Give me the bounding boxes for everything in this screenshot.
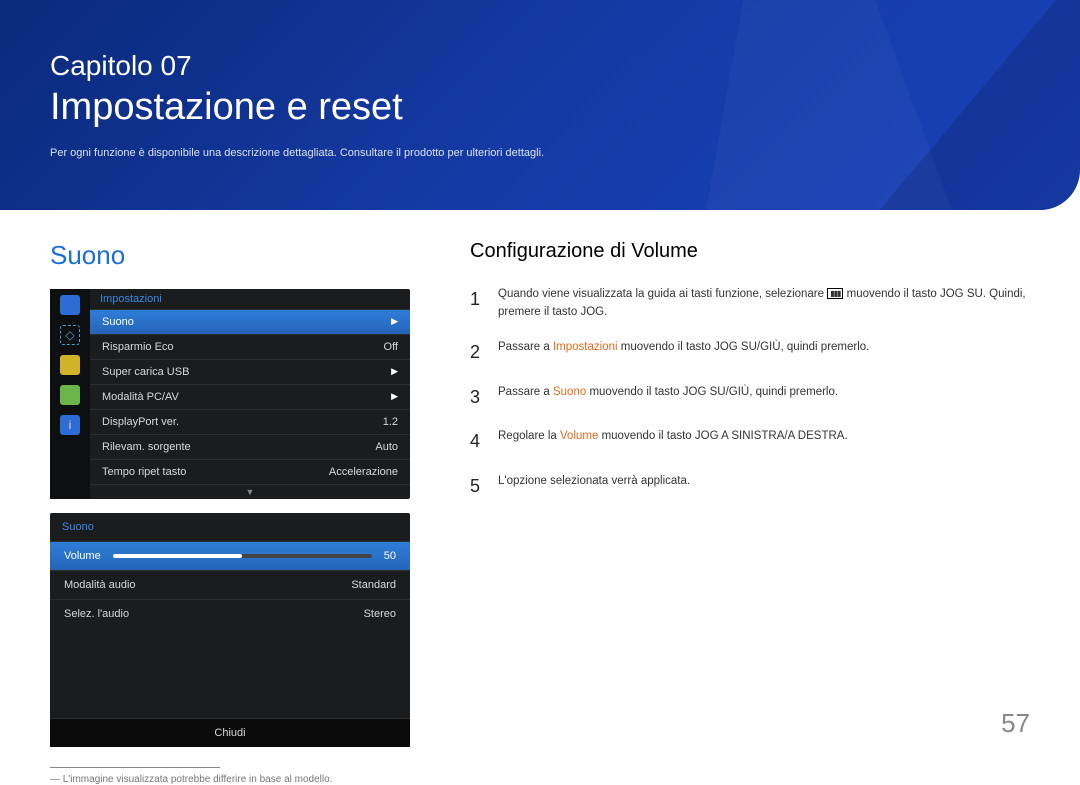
step-5: 5 L'opzione selezionata verrà applicata.	[470, 472, 1030, 501]
osd-row-label: Risparmio Eco	[102, 341, 174, 353]
osd-settings-panel: ◇ i Impostazioni Suono ▶ Risparmio Eco O…	[50, 289, 410, 499]
osd-row-dpver[interactable]: DisplayPort ver. 1.2	[90, 409, 410, 434]
scroll-down-icon: ▼	[90, 484, 410, 499]
footnote-text: ― L'immagine visualizzata potrebbe diffe…	[50, 774, 410, 785]
step-text: Regolare la Volume muovendo il tasto JOG…	[498, 427, 848, 456]
osd-row-keyrepeat[interactable]: Tempo ripet tasto Accelerazione	[90, 459, 410, 484]
osd-row-value: 1.2	[383, 416, 398, 428]
close-label: Chiudi	[214, 727, 245, 739]
osd2-row-audiomode[interactable]: Modalità audio Standard	[50, 570, 410, 599]
step-text: Passare a Impostazioni muovendo il tasto…	[498, 338, 869, 367]
chapter-banner: Capitolo 07 Impostazione e reset Per ogn…	[0, 0, 1080, 210]
osd-row-label: Rilevam. sorgente	[102, 441, 191, 453]
osd-row-label: Suono	[102, 316, 134, 328]
step-number: 2	[470, 338, 484, 367]
step-number: 1	[470, 285, 484, 322]
osd-row-suono[interactable]: Suono ▶	[90, 309, 410, 334]
osd-row-pcav[interactable]: Modalità PC/AV ▶	[90, 384, 410, 409]
info-icon: i	[60, 415, 80, 435]
osd-row-source[interactable]: Rilevam. sorgente Auto	[90, 434, 410, 459]
osd-title: Impostazioni	[90, 289, 410, 309]
monitor-icon	[60, 295, 80, 315]
step-3: 3 Passare a Suono muovendo il tasto JOG …	[470, 383, 1030, 412]
osd-row-label: Modalità PC/AV	[102, 391, 179, 403]
step-number: 3	[470, 383, 484, 412]
osd-row-label: DisplayPort ver.	[102, 416, 179, 428]
osd2-row-label: Selez. l'audio	[64, 608, 129, 620]
highlight-suono: Suono	[553, 386, 586, 398]
osd2-volume-value: 50	[384, 550, 396, 562]
picture-icon: ◇	[60, 325, 80, 345]
osd-sidebar-icons: ◇ i	[50, 289, 90, 499]
step-text: Passare a Suono muovendo il tasto JOG SU…	[498, 383, 838, 412]
section-heading-suono: Suono	[50, 240, 410, 271]
system-icon	[60, 385, 80, 405]
osd-row-label: Super carica USB	[102, 366, 189, 378]
osd-row-value: Auto	[375, 441, 398, 453]
highlight-volume: Volume	[560, 430, 598, 442]
menu-icon: ▮▮▮	[827, 288, 843, 299]
step-4: 4 Regolare la Volume muovendo il tasto J…	[470, 427, 1030, 456]
osd-sound-panel: Suono Volume 50 Modalità audio Standard …	[50, 513, 410, 747]
osd-row-value: Off	[384, 341, 398, 353]
osd2-row-audioselect[interactable]: Selez. l'audio Stereo	[50, 599, 410, 628]
osd2-row-volume[interactable]: Volume 50	[50, 541, 410, 570]
osd2-close-button[interactable]: Chiudi	[50, 718, 410, 747]
section-heading-volume: Configurazione di Volume	[470, 240, 1030, 263]
osd2-row-label: Modalità audio	[64, 579, 136, 591]
chapter-title: Impostazione e reset	[50, 86, 1030, 129]
settings-icon	[60, 355, 80, 375]
chevron-right-icon: ▶	[391, 316, 398, 328]
osd2-row-value: Standard	[351, 579, 396, 591]
osd-row-eco[interactable]: Risparmio Eco Off	[90, 334, 410, 359]
step-text: L'opzione selezionata verrà applicata.	[498, 472, 690, 501]
chevron-right-icon: ▶	[391, 366, 398, 378]
volume-slider[interactable]	[113, 550, 372, 562]
osd-row-label: Tempo ripet tasto	[102, 466, 186, 478]
step-number: 5	[470, 472, 484, 501]
chapter-label: Capitolo 07	[50, 50, 1030, 82]
step-2: 2 Passare a Impostazioni muovendo il tas…	[470, 338, 1030, 367]
osd-row-value: Accelerazione	[329, 466, 398, 478]
footnote-rule	[50, 767, 220, 768]
chapter-subtitle: Per ogni funzione è disponibile una desc…	[50, 147, 1030, 159]
step-text: Quando viene visualizzata la guida ai ta…	[498, 285, 1030, 322]
osd2-title: Suono	[50, 513, 410, 541]
osd2-volume-label: Volume	[64, 550, 101, 562]
highlight-impostazioni: Impostazioni	[553, 341, 618, 353]
osd2-row-value: Stereo	[364, 608, 396, 620]
osd-row-usb[interactable]: Super carica USB ▶	[90, 359, 410, 384]
step-number: 4	[470, 427, 484, 456]
step-list: 1 Quando viene visualizzata la guida ai …	[470, 285, 1030, 501]
page-number: 57	[1001, 708, 1030, 739]
step-1: 1 Quando viene visualizzata la guida ai …	[470, 285, 1030, 322]
chevron-right-icon: ▶	[391, 391, 398, 403]
